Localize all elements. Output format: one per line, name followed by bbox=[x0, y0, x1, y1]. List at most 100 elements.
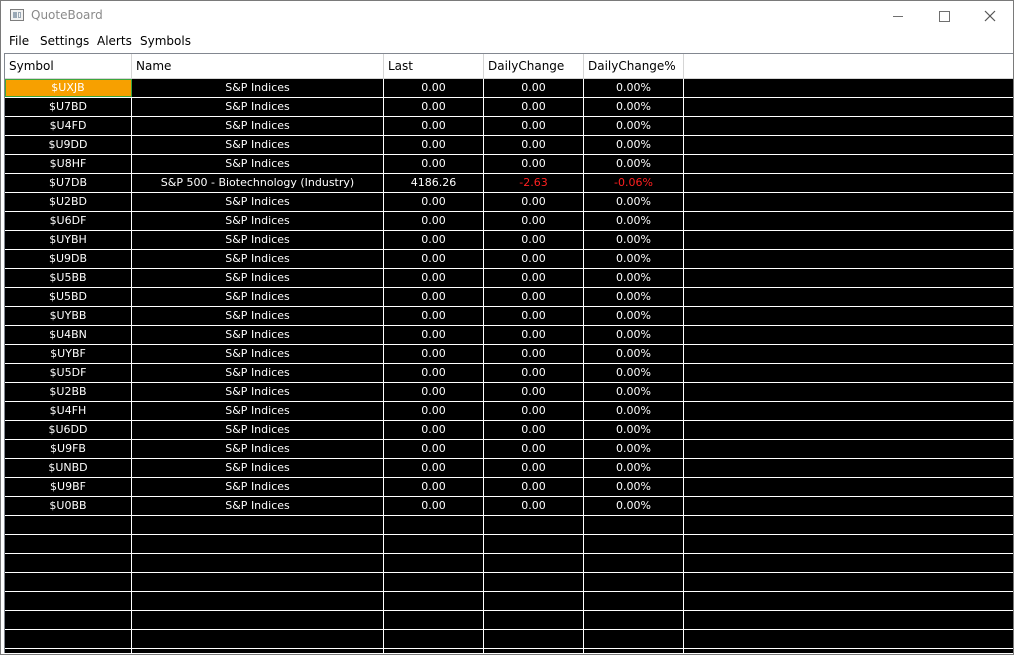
table-row[interactable]: $U9DB S&P Indices 0.00 0.00 0.00% bbox=[5, 250, 1013, 269]
symbol-cell[interactable]: $U5BB bbox=[5, 269, 132, 287]
daily-change-pct-cell[interactable]: 0.00% bbox=[584, 440, 684, 458]
name-cell[interactable]: S&P Indices bbox=[132, 79, 384, 97]
symbol-cell[interactable]: $U8HF bbox=[5, 155, 132, 173]
symbol-cell[interactable]: $U4BN bbox=[5, 326, 132, 344]
last-cell[interactable]: 0.00 bbox=[384, 269, 484, 287]
symbol-cell[interactable]: $UYBB bbox=[5, 307, 132, 325]
daily-change-cell[interactable]: 0.00 bbox=[484, 155, 584, 173]
table-row[interactable]: $UNBD S&P Indices 0.00 0.00 0.00% bbox=[5, 459, 1013, 478]
last-cell[interactable]: 0.00 bbox=[384, 402, 484, 420]
symbol-cell[interactable]: $U5DF bbox=[5, 364, 132, 382]
empty-cell[interactable] bbox=[484, 611, 584, 629]
daily-change-pct-cell[interactable]: 0.00% bbox=[584, 98, 684, 116]
last-cell[interactable]: 0.00 bbox=[384, 136, 484, 154]
empty-row[interactable] bbox=[5, 592, 1013, 611]
daily-change-cell[interactable]: 0.00 bbox=[484, 136, 584, 154]
name-cell[interactable]: S&P Indices bbox=[132, 155, 384, 173]
last-cell[interactable]: 0.00 bbox=[384, 79, 484, 97]
daily-change-cell[interactable]: 0.00 bbox=[484, 269, 584, 287]
daily-change-pct-cell[interactable]: 0.00% bbox=[584, 364, 684, 382]
daily-change-cell[interactable]: 0.00 bbox=[484, 307, 584, 325]
column-header-daily-change-pct[interactable]: DailyChange% bbox=[584, 54, 684, 79]
empty-cell[interactable] bbox=[584, 630, 684, 648]
table-row[interactable]: $U0BB S&P Indices 0.00 0.00 0.00% bbox=[5, 497, 1013, 516]
empty-cell[interactable] bbox=[5, 573, 132, 591]
daily-change-cell[interactable]: 0.00 bbox=[484, 497, 584, 515]
symbol-cell[interactable]: $U0BB bbox=[5, 497, 132, 515]
last-cell[interactable]: 0.00 bbox=[384, 98, 484, 116]
symbol-cell[interactable]: $UNBD bbox=[5, 459, 132, 477]
table-row[interactable]: $U6DF S&P Indices 0.00 0.00 0.00% bbox=[5, 212, 1013, 231]
table-row[interactable]: $U6DD S&P Indices 0.00 0.00 0.00% bbox=[5, 421, 1013, 440]
empty-cell[interactable] bbox=[384, 535, 484, 553]
name-cell[interactable]: S&P Indices bbox=[132, 136, 384, 154]
table-row[interactable]: $U7BD S&P Indices 0.00 0.00 0.00% bbox=[5, 98, 1013, 117]
symbol-cell[interactable]: $U9DB bbox=[5, 250, 132, 268]
daily-change-pct-cell[interactable]: 0.00% bbox=[584, 421, 684, 439]
empty-cell[interactable] bbox=[384, 554, 484, 572]
symbol-cell[interactable]: $U6DF bbox=[5, 212, 132, 230]
empty-cell[interactable] bbox=[132, 516, 384, 534]
column-header-name[interactable]: Name bbox=[132, 54, 384, 79]
empty-cell[interactable] bbox=[5, 630, 132, 648]
name-cell[interactable]: S&P Indices bbox=[132, 98, 384, 116]
daily-change-cell[interactable]: 0.00 bbox=[484, 212, 584, 230]
daily-change-pct-cell[interactable]: 0.00% bbox=[584, 117, 684, 135]
name-cell[interactable]: S&P Indices bbox=[132, 364, 384, 382]
daily-change-cell[interactable]: 0.00 bbox=[484, 193, 584, 211]
maximize-button[interactable] bbox=[921, 1, 967, 31]
daily-change-pct-cell[interactable]: 0.00% bbox=[584, 212, 684, 230]
daily-change-cell[interactable]: -2.63 bbox=[484, 174, 584, 192]
empty-cell[interactable] bbox=[5, 554, 132, 572]
name-cell[interactable]: S&P Indices bbox=[132, 497, 384, 515]
empty-row[interactable] bbox=[5, 649, 1013, 653]
daily-change-cell[interactable]: 0.00 bbox=[484, 250, 584, 268]
symbol-cell[interactable]: $U5BD bbox=[5, 288, 132, 306]
last-cell[interactable]: 0.00 bbox=[384, 459, 484, 477]
daily-change-pct-cell[interactable]: 0.00% bbox=[584, 497, 684, 515]
daily-change-cell[interactable]: 0.00 bbox=[484, 459, 584, 477]
last-cell[interactable]: 0.00 bbox=[384, 440, 484, 458]
table-row[interactable]: $UYBH S&P Indices 0.00 0.00 0.00% bbox=[5, 231, 1013, 250]
table-row[interactable]: $U9FB S&P Indices 0.00 0.00 0.00% bbox=[5, 440, 1013, 459]
name-cell[interactable]: S&P Indices bbox=[132, 117, 384, 135]
last-cell[interactable]: 0.00 bbox=[384, 364, 484, 382]
last-cell[interactable]: 0.00 bbox=[384, 421, 484, 439]
empty-cell[interactable] bbox=[584, 554, 684, 572]
empty-cell[interactable] bbox=[484, 535, 584, 553]
daily-change-pct-cell[interactable]: 0.00% bbox=[584, 402, 684, 420]
menu-alerts[interactable]: Alerts bbox=[97, 34, 132, 48]
table-row[interactable]: $U5BB S&P Indices 0.00 0.00 0.00% bbox=[5, 269, 1013, 288]
name-cell[interactable]: S&P Indices bbox=[132, 345, 384, 363]
table-row[interactable]: $U5BD S&P Indices 0.00 0.00 0.00% bbox=[5, 288, 1013, 307]
empty-cell[interactable] bbox=[584, 573, 684, 591]
empty-cell[interactable] bbox=[484, 592, 584, 610]
daily-change-cell[interactable]: 0.00 bbox=[484, 440, 584, 458]
empty-cell[interactable] bbox=[584, 535, 684, 553]
table-row[interactable]: $UXJB S&P Indices 0.00 0.00 0.00% bbox=[5, 79, 1013, 98]
menu-settings[interactable]: Settings bbox=[40, 34, 89, 48]
empty-cell[interactable] bbox=[132, 554, 384, 572]
table-row[interactable]: $U8HF S&P Indices 0.00 0.00 0.00% bbox=[5, 155, 1013, 174]
daily-change-pct-cell[interactable]: 0.00% bbox=[584, 250, 684, 268]
table-row[interactable]: $U9BF S&P Indices 0.00 0.00 0.00% bbox=[5, 478, 1013, 497]
empty-cell[interactable] bbox=[132, 573, 384, 591]
column-header-last[interactable]: Last bbox=[384, 54, 484, 79]
empty-cell[interactable] bbox=[132, 611, 384, 629]
last-cell[interactable]: 0.00 bbox=[384, 117, 484, 135]
table-row[interactable]: $U4FH S&P Indices 0.00 0.00 0.00% bbox=[5, 402, 1013, 421]
daily-change-cell[interactable]: 0.00 bbox=[484, 326, 584, 344]
last-cell[interactable]: 0.00 bbox=[384, 307, 484, 325]
name-cell[interactable]: S&P Indices bbox=[132, 307, 384, 325]
daily-change-pct-cell[interactable]: 0.00% bbox=[584, 326, 684, 344]
symbol-cell[interactable]: $UYBH bbox=[5, 231, 132, 249]
daily-change-cell[interactable]: 0.00 bbox=[484, 421, 584, 439]
empty-cell[interactable] bbox=[132, 630, 384, 648]
daily-change-pct-cell[interactable]: 0.00% bbox=[584, 383, 684, 401]
empty-cell[interactable] bbox=[5, 592, 132, 610]
last-cell[interactable]: 0.00 bbox=[384, 288, 484, 306]
symbol-cell[interactable]: $U6DD bbox=[5, 421, 132, 439]
daily-change-pct-cell[interactable]: 0.00% bbox=[584, 155, 684, 173]
table-row[interactable]: $UYBB S&P Indices 0.00 0.00 0.00% bbox=[5, 307, 1013, 326]
empty-cell[interactable] bbox=[5, 611, 132, 629]
